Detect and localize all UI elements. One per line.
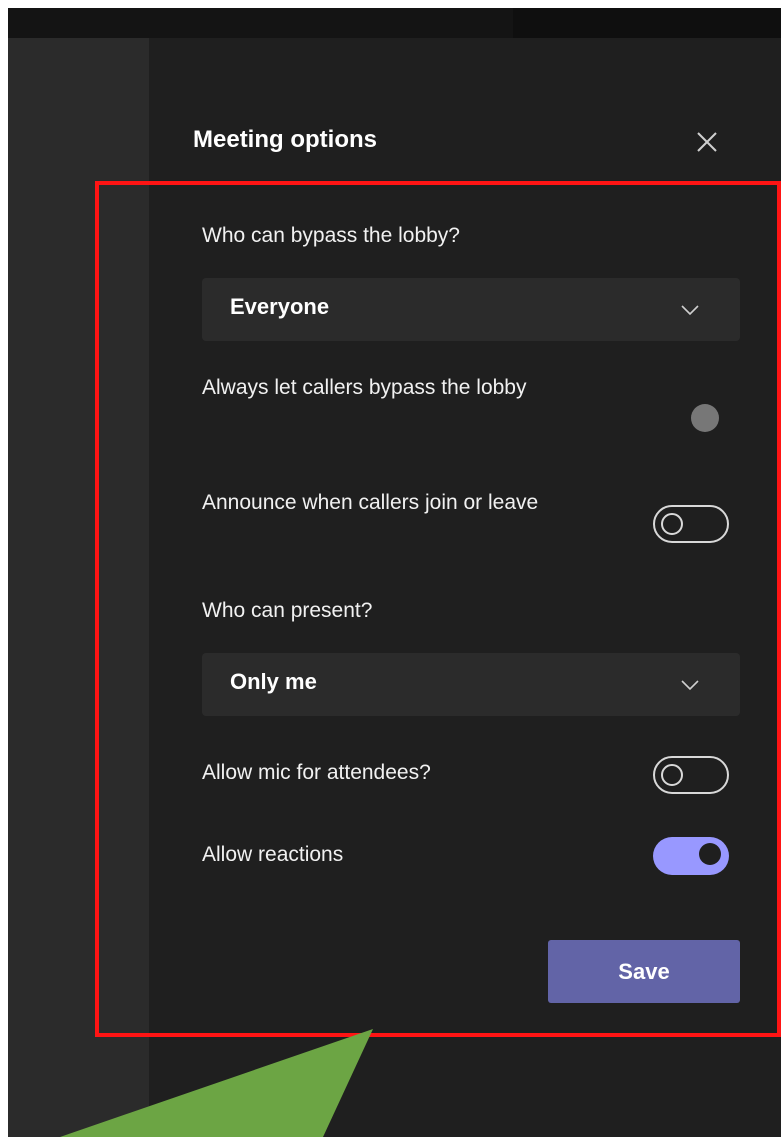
presenters-label: Who can present?: [202, 599, 373, 622]
lobby-bypass-select[interactable]: Everyone: [202, 278, 740, 341]
announce-callers-toggle[interactable]: [653, 505, 729, 543]
page-title: Meeting options: [193, 126, 377, 153]
callers-bypass-label: Always let callers bypass the lobby: [202, 376, 527, 399]
reactions-label: Allow reactions: [202, 843, 344, 866]
chevron-down-icon: [681, 680, 699, 691]
attendee-mic-label: Allow mic for attendees?: [202, 761, 431, 784]
toggle-knob-icon: [661, 513, 683, 535]
presenters-selected-value: Only me: [230, 669, 317, 694]
toggle-knob-icon: [699, 843, 721, 865]
announce-callers-label: Announce when callers join or leave: [202, 491, 539, 514]
meeting-options-panel: Meeting options Who can bypass the lobby…: [149, 38, 781, 1137]
chevron-down-icon: [681, 305, 699, 316]
close-icon: [697, 132, 717, 152]
callers-bypass-unavailable-toggle: [691, 404, 719, 432]
reactions-toggle[interactable]: [653, 837, 729, 875]
top-bar-dark-segment: [513, 8, 781, 38]
attendee-mic-toggle[interactable]: [653, 756, 729, 794]
close-button[interactable]: [689, 124, 725, 160]
lobby-bypass-label: Who can bypass the lobby?: [202, 224, 460, 247]
save-button[interactable]: Save: [548, 940, 740, 1003]
app-top-bar: [8, 8, 781, 38]
lobby-bypass-selected-value: Everyone: [230, 294, 330, 319]
presenters-select[interactable]: Only me: [202, 653, 740, 716]
screenshot-frame: Meeting options Who can bypass the lobby…: [8, 8, 781, 1137]
left-rail: [8, 38, 149, 1137]
toggle-knob-icon: [661, 764, 683, 786]
